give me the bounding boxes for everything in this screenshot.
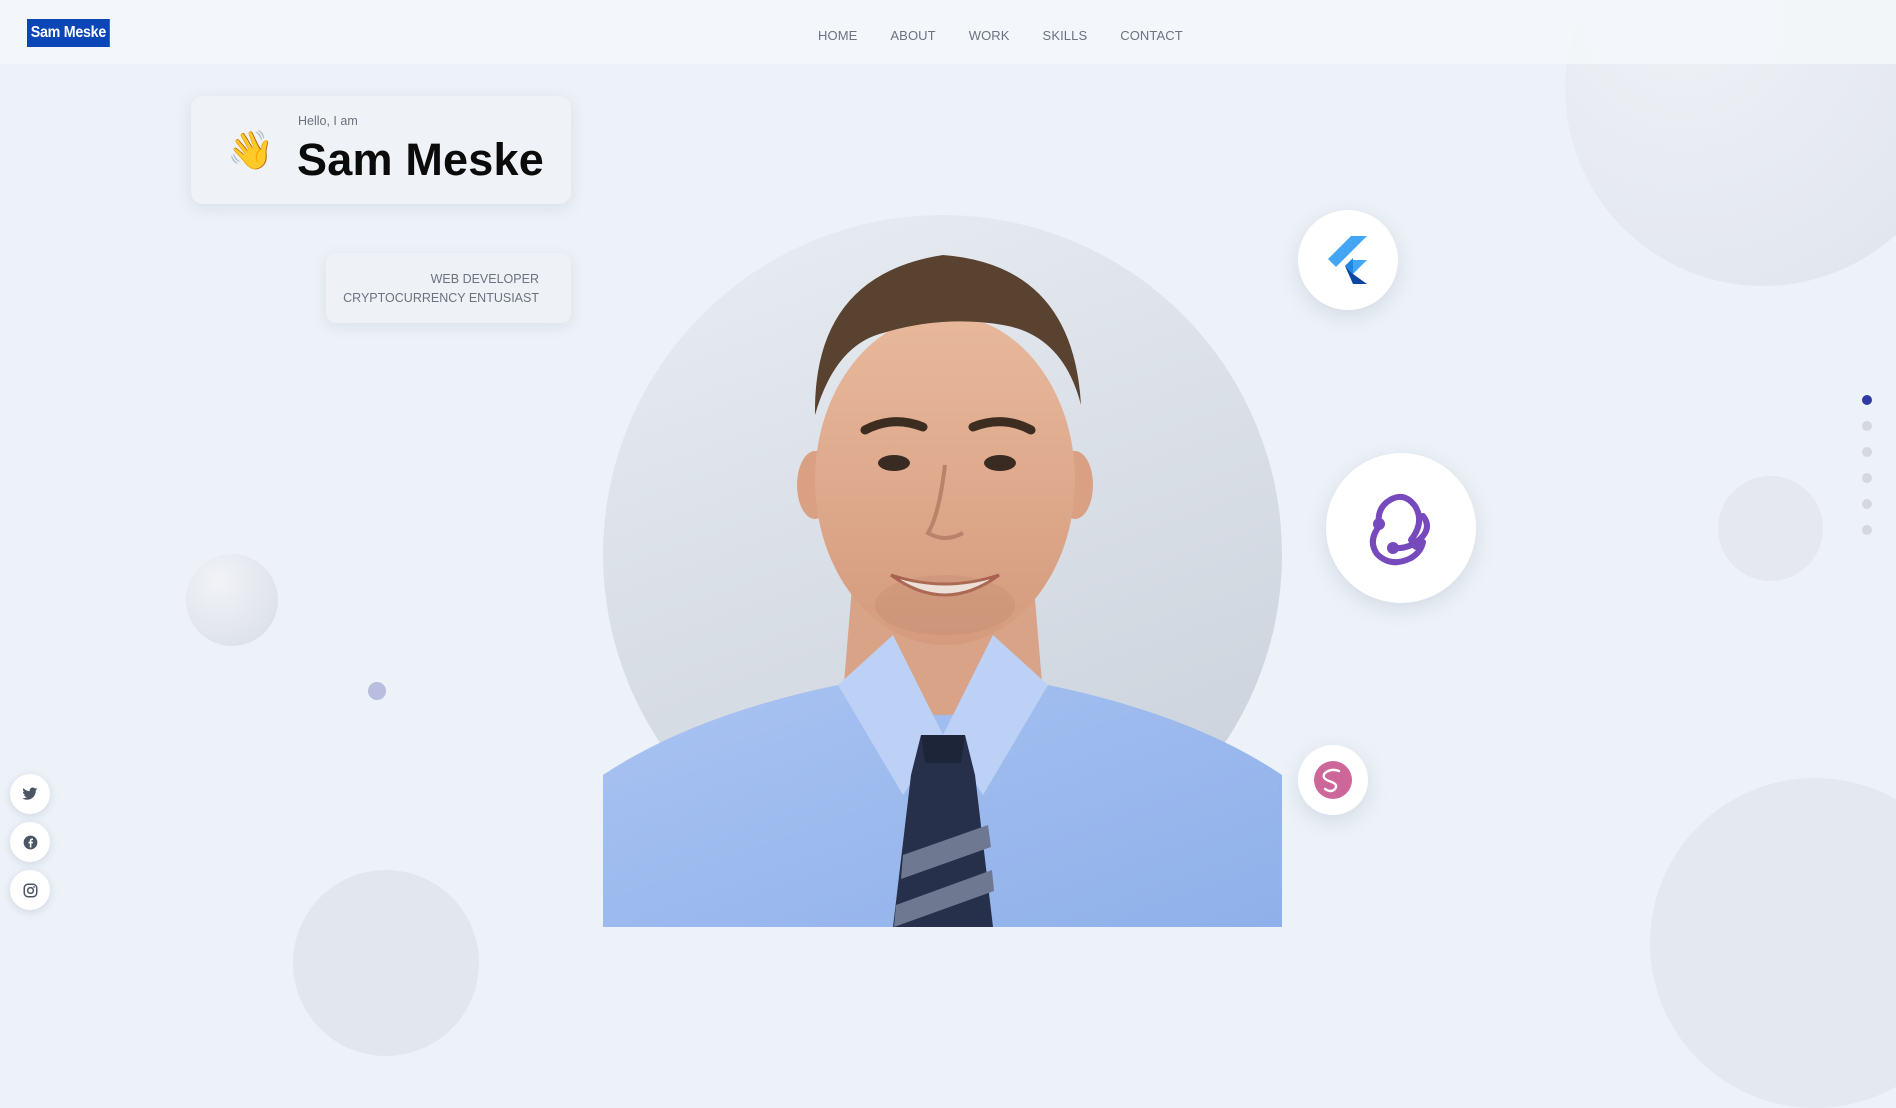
decorative-circle xyxy=(1718,476,1823,581)
intro-card: 👋 Hello, I am Sam Meske xyxy=(191,96,571,204)
role-text: CRYPTOCURRENCY ENTUSIAST xyxy=(343,291,539,305)
section-dot-5[interactable] xyxy=(1862,499,1872,509)
instagram-link[interactable] xyxy=(10,870,50,910)
portrait-illustration xyxy=(603,255,1282,927)
decorative-dot xyxy=(368,682,386,700)
section-dot-2[interactable] xyxy=(1862,421,1872,431)
redux-icon xyxy=(1369,493,1430,566)
section-dot-1[interactable] xyxy=(1862,395,1872,405)
decorative-circle xyxy=(1650,778,1896,1108)
sass-icon xyxy=(1314,761,1352,799)
sass-badge xyxy=(1298,745,1368,815)
navbar: Sam Meske HOME ABOUT WORK SKILLS CONTACT xyxy=(0,0,1896,64)
redux-badge xyxy=(1326,453,1476,603)
instagram-icon xyxy=(23,883,37,897)
roles-card: WEB DEVELOPER CRYPTOCURRENCY ENTUSIAST xyxy=(326,253,571,323)
logo[interactable]: Sam Meske xyxy=(27,19,110,47)
role-text: WEB DEVELOPER xyxy=(430,272,539,286)
facebook-link[interactable] xyxy=(10,822,50,862)
section-dot-4[interactable] xyxy=(1862,473,1872,483)
nav-item-work[interactable]: WORK xyxy=(969,28,1010,43)
decorative-circle xyxy=(186,554,278,646)
hero-name: Sam Meske xyxy=(297,134,544,185)
nav-item-about[interactable]: ABOUT xyxy=(890,28,935,43)
nav-item-skills[interactable]: SKILLS xyxy=(1043,28,1088,43)
nav-links: HOME ABOUT WORK SKILLS CONTACT xyxy=(818,28,1216,43)
section-dot-6[interactable] xyxy=(1862,525,1872,535)
nav-item-home[interactable]: HOME xyxy=(818,28,857,43)
flutter-badge xyxy=(1298,210,1398,310)
profile-photo xyxy=(603,215,1282,927)
twitter-link[interactable] xyxy=(10,774,50,814)
flutter-icon xyxy=(1328,236,1367,284)
facebook-icon xyxy=(23,835,37,849)
twitter-icon xyxy=(22,787,38,800)
nav-item-contact[interactable]: CONTACT xyxy=(1120,28,1183,43)
decorative-circle xyxy=(293,870,479,1056)
section-dot-3[interactable] xyxy=(1862,447,1872,457)
section-dots xyxy=(1862,395,1874,551)
greeting-text: Hello, I am xyxy=(298,114,358,128)
waving-hand-icon: 👋 xyxy=(227,130,275,172)
